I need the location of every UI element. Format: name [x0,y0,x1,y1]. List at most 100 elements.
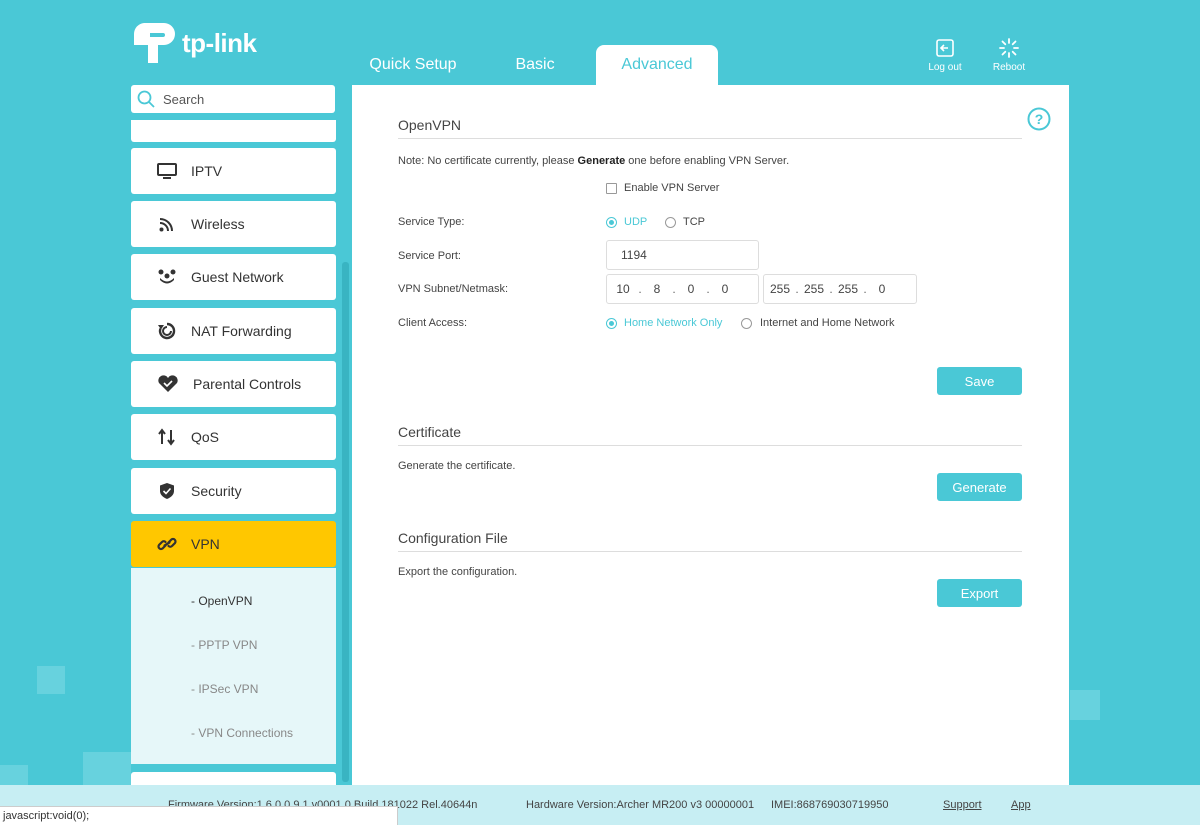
internet-home-network-radio[interactable] [741,318,752,329]
decor-block [83,752,131,785]
tcp-label: TCP [683,216,705,228]
sidebar-item-label: NAT Forwarding [191,323,292,339]
client-access-label: Client Access: [398,317,468,329]
service-port-input[interactable] [621,248,741,262]
submenu-vpn-connections[interactable]: - VPN Connections [191,726,293,740]
subnet-octet-3[interactable] [678,282,704,296]
service-port-label: Service Port: [398,250,461,262]
support-link[interactable]: Support [943,799,982,811]
submenu-pptp-vpn[interactable]: - PPTP VPN [191,638,257,652]
search-input[interactable] [163,91,323,107]
tv-icon [157,163,177,179]
certificate-section-title: Certificate [398,424,462,440]
main-tabs: Quick Setup Basic Advanced [352,45,718,85]
app-link[interactable]: App [1011,799,1031,811]
sidebar-item-iptv[interactable]: IPTV [131,148,336,194]
export-button[interactable]: Export [937,579,1022,607]
imei: IMEI:868769030719950 [771,799,889,811]
submenu-openvpn[interactable]: - OpenVPN [191,594,252,608]
ip-dot: . [795,282,799,296]
tp-link-logo-icon [133,23,175,63]
browser-status-url: javascript:void(0); [0,806,398,825]
section-divider [398,551,1022,552]
decor-block [0,765,28,785]
decor-block [1070,690,1100,720]
internet-home-network-label: Internet and Home Network [760,317,895,329]
vpn-subnet-field[interactable]: . . . [606,274,759,304]
save-button[interactable]: Save [937,367,1022,395]
certificate-description: Generate the certificate. [398,460,516,472]
sidebar-item-label: Guest Network [191,269,284,285]
top-actions: Log out Reboot [922,38,1032,73]
config-file-description: Export the configuration. [398,566,518,578]
reboot-button[interactable]: Reboot [986,38,1032,73]
vpn-subnet-label: VPN Subnet/Netmask: [398,283,509,295]
decor-block [37,666,65,694]
nat-icon [158,322,176,340]
tp-link-logo: tp-link [130,20,257,66]
ip-dot: . [863,282,867,296]
netmask-octet-4[interactable] [869,282,895,296]
submenu-ipsec-vpn[interactable]: - IPSec VPN [191,682,258,696]
logout-label: Log out [928,62,962,73]
sidebar-item-label: Security [191,483,242,499]
sidebar-item-guest-network[interactable]: Guest Network [131,254,336,300]
guest-icon [158,269,176,284]
vpn-netmask-field[interactable]: . . . [763,274,917,304]
heart-icon [158,375,178,392]
hardware-version: Hardware Version:Archer MR200 v3 0000000… [526,799,755,811]
sidebar-item-label: IPTV [191,163,223,179]
sidebar-scrollbar[interactable] [342,262,349,782]
netmask-octet-3[interactable] [835,282,861,296]
tab-basic[interactable]: Basic [474,45,596,85]
sidebar-item-next-partial[interactable] [131,772,336,785]
sidebar-item-nat-forwarding[interactable]: NAT Forwarding [131,308,336,354]
sidebar-item-label: Parental Controls [193,376,302,392]
netmask-octet-1[interactable] [767,282,793,296]
wifi-icon [159,218,173,232]
sidebar-item-label: Wireless [191,216,245,232]
ip-dot: . [706,282,710,296]
logo-text: tp-link [182,27,257,58]
tcp-radio[interactable] [665,217,676,228]
content-panel: ? OpenVPN Note: No certificate currently… [352,85,1069,785]
home-network-only-label: Home Network Only [624,317,723,329]
link-icon [157,537,177,551]
sidebar-item-wireless[interactable]: Wireless [131,201,336,247]
tab-quick-setup[interactable]: Quick Setup [352,45,474,85]
enable-vpn-server-checkbox[interactable] [606,183,617,194]
ip-dot: . [672,282,676,296]
search-icon [137,90,155,108]
subnet-octet-2[interactable] [644,282,670,296]
generate-button[interactable]: Generate [937,473,1022,501]
certificate-note: Note: No certificate currently, please G… [398,155,790,167]
sidebar-item-vpn[interactable]: VPN [131,521,336,567]
enable-vpn-server-label: Enable VPN Server [624,182,720,194]
subnet-octet-4[interactable] [712,282,738,296]
ip-dot: . [638,282,642,296]
tab-advanced[interactable]: Advanced [596,45,718,85]
search-box[interactable] [131,85,335,113]
subnet-octet-1[interactable] [610,282,636,296]
service-port-field[interactable] [606,240,759,270]
sidebar-item-sms[interactable] [131,120,336,142]
vpn-submenu: - OpenVPN - PPTP VPN - IPSec VPN - VPN C… [131,568,336,764]
logout-button[interactable]: Log out [922,38,968,73]
netmask-octet-2[interactable] [801,282,827,296]
reboot-label: Reboot [992,62,1026,73]
sidebar-item-security[interactable]: Security [131,468,336,514]
sidebar-item-qos[interactable]: QoS [131,414,336,460]
shield-icon [160,483,174,499]
sidebar-item-parental-controls[interactable]: Parental Controls [131,361,336,407]
udp-radio[interactable] [606,217,617,228]
service-type-label: Service Type: [398,216,465,228]
section-divider [398,138,1022,139]
home-network-only-radio[interactable] [606,318,617,329]
sidebar-item-label: VPN [191,536,220,552]
svg-text:?: ? [1035,111,1044,127]
sidebar-item-label: QoS [191,429,220,445]
qos-arrows-icon [158,428,175,446]
sidebar-nav: IPTV Wireless Guest Network NAT Forwardi… [131,120,336,785]
udp-label: UDP [624,216,648,228]
help-icon[interactable]: ? [1027,107,1051,131]
